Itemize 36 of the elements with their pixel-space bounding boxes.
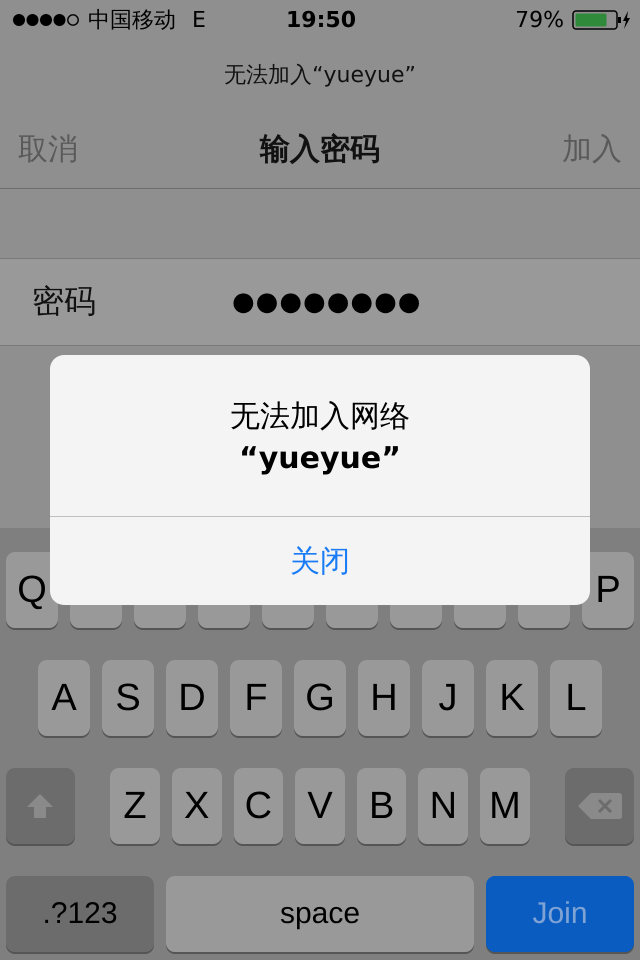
letter-key[interactable]: N xyxy=(418,768,468,844)
letter-key[interactable]: F xyxy=(230,660,282,736)
letter-key[interactable]: J xyxy=(422,660,474,736)
letter-key[interactable]: C xyxy=(234,768,284,844)
letter-key[interactable]: S xyxy=(102,660,154,736)
carrier-name: 中国移动 xyxy=(88,7,176,35)
alert-title: 无法加入网络 xyxy=(230,398,410,436)
letter-key[interactable]: Z xyxy=(110,768,160,844)
letter-key[interactable]: G xyxy=(294,660,346,736)
letter-key[interactable]: P xyxy=(582,552,634,628)
password-field[interactable]: ●●●●●●●● xyxy=(232,287,422,317)
letter-key[interactable]: D xyxy=(166,660,218,736)
letter-key[interactable]: L xyxy=(550,660,602,736)
letter-key[interactable]: K xyxy=(486,660,538,736)
backspace-key[interactable] xyxy=(565,768,634,844)
alert-title: “yueyue” xyxy=(239,440,401,476)
letter-key[interactable]: Q xyxy=(6,552,58,628)
shift-icon xyxy=(25,792,56,820)
space-key[interactable]: space xyxy=(166,876,474,952)
letter-key[interactable]: V xyxy=(295,768,345,844)
battery-icon xyxy=(572,10,630,30)
letter-key[interactable]: A xyxy=(38,660,90,736)
letter-key[interactable]: B xyxy=(356,768,406,844)
letter-key[interactable]: X xyxy=(172,768,222,844)
letter-key[interactable]: H xyxy=(358,660,410,736)
network-type: E xyxy=(192,8,206,32)
numbers-key[interactable]: .?123 xyxy=(6,876,154,952)
prompt-text: 无法加入“yueyue” xyxy=(224,62,416,90)
letter-key[interactable]: M xyxy=(480,768,530,844)
nav-title: 输入密码 xyxy=(260,130,380,168)
status-time: 19:50 xyxy=(286,8,356,32)
battery-percent: 79% xyxy=(515,8,564,32)
backspace-icon xyxy=(576,791,623,821)
shift-key[interactable] xyxy=(6,768,75,844)
password-label: 密码 xyxy=(32,281,97,322)
signal-icon xyxy=(12,13,80,27)
